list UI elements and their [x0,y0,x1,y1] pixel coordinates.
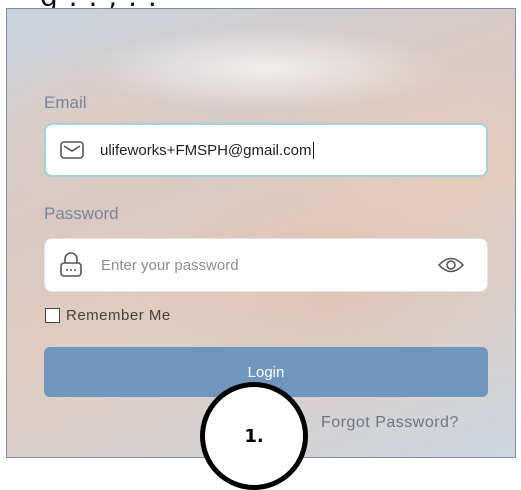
eye-icon[interactable] [437,255,465,275]
forgot-password-link[interactable]: Forgot Password? [321,414,459,432]
password-field[interactable]: Enter your password [44,238,488,292]
password-label: Password [44,204,119,223]
password-placeholder: Enter your password [101,256,239,274]
text-cursor [312,141,314,159]
remember-me-label: Remember Me [66,307,171,324]
email-value: ulifeworks+FMSPH@gmail.com [100,141,312,159]
remember-me-checkbox[interactable] [45,308,60,323]
step-number: 1. [244,425,264,447]
step-callout-badge: 1. [200,382,308,490]
login-button-label: Login [247,363,285,381]
email-label: Email [44,93,87,112]
remember-me[interactable]: Remember Me [45,307,171,324]
lock-icon [59,252,83,278]
email-field[interactable]: ulifeworks+FMSPH@gmail.com [44,123,488,177]
mail-icon [60,140,84,160]
